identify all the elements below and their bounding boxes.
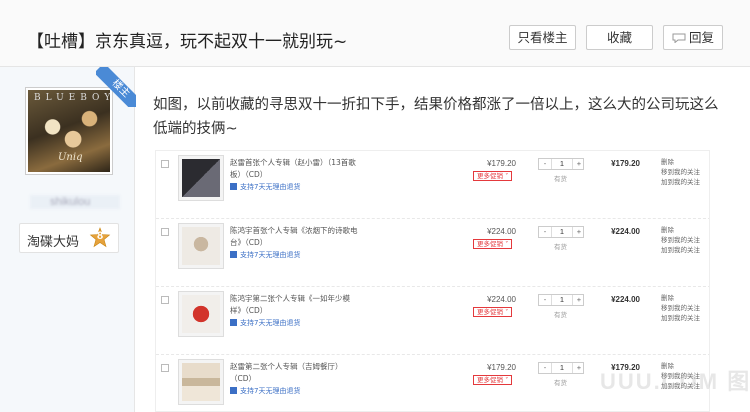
op-tag: 楼主 xyxy=(96,67,136,107)
product-title[interactable]: 赵雷首张个人专辑（赵小雷）（13首歌板）（CD） xyxy=(230,157,360,181)
service-icon xyxy=(230,251,237,258)
favorite-button[interactable]: 收藏 xyxy=(586,25,653,50)
qty-plus-button[interactable]: + xyxy=(573,363,585,373)
quantity-stepper[interactable]: -1 + xyxy=(538,294,584,306)
product-title[interactable]: 赵雷第二张个人专辑（吉姆餐厅）（CD） xyxy=(230,361,360,385)
quantity-stepper[interactable]: -1 + xyxy=(538,158,584,170)
unit-price: ¥224.00 xyxy=(487,295,516,304)
qty-value[interactable]: 1 xyxy=(551,295,573,305)
stock-status: 有货 xyxy=(554,311,567,319)
qty-plus-button[interactable]: + xyxy=(573,227,585,237)
move-to-follow-link[interactable]: 移到我的关注 xyxy=(661,303,700,313)
thread-title: 【吐槽】京东真逗，玩不起双十一就别玩~ xyxy=(27,32,348,52)
qty-value[interactable]: 1 xyxy=(551,227,573,237)
badge-name: 淘碟大妈 xyxy=(27,235,80,250)
cart-row: 陈鸿宇首张个人专辑《浓烟下的诗歌电台》（CD） 支持7天无理由退货 ¥224.00 更… xyxy=(156,219,709,287)
row-actions: 删除 移到我的关注 加到我的关注 xyxy=(661,225,700,255)
qty-plus-button[interactable]: + xyxy=(573,295,585,305)
stock-status: 有货 xyxy=(554,379,567,387)
avatar-signature: Uniq xyxy=(58,152,83,163)
add-to-follow-link[interactable]: 加到我的关注 xyxy=(661,245,700,255)
promo-dropdown[interactable]: 更多促销 ˅ xyxy=(473,239,513,249)
service-note[interactable]: 支持7天无理由退货 xyxy=(230,386,300,396)
service-icon xyxy=(230,387,237,394)
unit-price: ¥179.20 xyxy=(487,159,516,168)
delete-link[interactable]: 删除 xyxy=(661,293,700,303)
move-to-follow-link[interactable]: 移到我的关注 xyxy=(661,167,700,177)
service-note[interactable]: 支持7天无理由退货 xyxy=(230,182,300,192)
unit-price: ¥224.00 xyxy=(487,227,516,236)
unit-price: ¥179.20 xyxy=(487,363,516,372)
post-text: 如图，以前收藏的寻思双十一折扣下手，结果价格都涨了一倍以上，这么大的公司玩这么低… xyxy=(153,97,719,137)
product-cover-image xyxy=(182,363,220,401)
op-ribbon: 楼主 xyxy=(96,67,136,107)
qty-minus-button[interactable]: - xyxy=(539,227,551,237)
product-title[interactable]: 陈鸿宇第二张个人专辑《一如年少模样》（CD） xyxy=(230,293,360,317)
product-thumbnail[interactable] xyxy=(178,291,224,337)
product-thumbnail[interactable] xyxy=(178,223,224,269)
service-text: 支持7天无理由退货 xyxy=(240,183,301,191)
row-actions: 删除 移到我的关注 加到我的关注 xyxy=(661,293,700,323)
product-cover-image xyxy=(182,295,220,333)
cart-row: 赵雷第二张个人专辑（吉姆餐厅）（CD） 支持7天无理由退货 ¥179.20 更多促销 … xyxy=(156,355,709,411)
service-note[interactable]: 支持7天无理由退货 xyxy=(230,250,300,260)
thread-header: 【吐槽】京东真逗，玩不起双十一就别玩~ 只看楼主 收藏 回复 xyxy=(0,0,750,67)
qty-minus-button[interactable]: - xyxy=(539,295,551,305)
promo-dropdown[interactable]: 更多促销 ˅ xyxy=(473,375,513,385)
qty-value[interactable]: 1 xyxy=(551,159,573,169)
row-total: ¥179.20 xyxy=(611,363,640,372)
promo-dropdown[interactable]: 更多促销 ˅ xyxy=(473,171,513,181)
qty-plus-button[interactable]: + xyxy=(573,159,585,169)
promo-dropdown[interactable]: 更多促销 ˅ xyxy=(473,307,513,317)
row-total: ¥179.20 xyxy=(611,159,640,168)
service-text: 支持7天无理由退货 xyxy=(240,387,301,395)
reply-label: 回复 xyxy=(688,30,714,45)
reply-button[interactable]: 回复 xyxy=(663,25,723,50)
row-checkbox[interactable] xyxy=(161,364,169,372)
delete-link[interactable]: 删除 xyxy=(661,361,700,371)
stock-status: 有货 xyxy=(554,175,567,183)
row-total: ¥224.00 xyxy=(611,295,640,304)
qty-minus-button[interactable]: - xyxy=(539,363,551,373)
qty-minus-button[interactable]: - xyxy=(539,159,551,169)
only-op-button[interactable]: 只看楼主 xyxy=(509,25,576,50)
author-column: BLUEBOY Uniq 楼主 shikulou 淘碟大妈 8 xyxy=(0,67,136,412)
product-cover-image xyxy=(182,159,220,197)
cart-screenshot: 赵雷首张个人专辑（赵小雷）（13首歌板）（CD） 支持7天无理由退货 ¥179.20… xyxy=(155,150,710,412)
service-text: 支持7天无理由退货 xyxy=(240,319,301,327)
add-to-follow-link[interactable]: 加到我的关注 xyxy=(661,313,700,323)
row-actions: 删除 移到我的关注 加到我的关注 xyxy=(661,157,700,187)
add-to-follow-link[interactable]: 加到我的关注 xyxy=(661,177,700,187)
service-text: 支持7天无理由退货 xyxy=(240,251,301,259)
level-star-icon: 8 xyxy=(89,227,111,249)
reply-icon xyxy=(672,33,686,43)
product-thumbnail[interactable] xyxy=(178,359,224,405)
row-checkbox[interactable] xyxy=(161,228,169,236)
product-cover-image xyxy=(182,227,220,265)
move-to-follow-link[interactable]: 移到我的关注 xyxy=(661,371,700,381)
badge-level: 8 xyxy=(96,230,104,242)
product-thumbnail[interactable] xyxy=(178,155,224,201)
product-title[interactable]: 陈鸿宇首张个人专辑《浓烟下的诗歌电台》（CD） xyxy=(230,225,360,249)
service-icon xyxy=(230,183,237,190)
stock-status: 有货 xyxy=(554,243,567,251)
delete-link[interactable]: 删除 xyxy=(661,225,700,235)
row-actions: 删除 移到我的关注 加到我的关注 xyxy=(661,361,700,391)
add-to-follow-link[interactable]: 加到我的关注 xyxy=(661,381,700,391)
row-checkbox[interactable] xyxy=(161,296,169,304)
user-badge[interactable]: 淘碟大妈 8 xyxy=(19,223,119,253)
service-note[interactable]: 支持7天无理由退货 xyxy=(230,318,300,328)
move-to-follow-link[interactable]: 移到我的关注 xyxy=(661,235,700,245)
service-icon xyxy=(230,319,237,326)
username[interactable]: shikulou xyxy=(30,195,120,209)
row-total: ¥224.00 xyxy=(611,227,640,236)
qty-value[interactable]: 1 xyxy=(551,363,573,373)
quantity-stepper[interactable]: -1 + xyxy=(538,362,584,374)
delete-link[interactable]: 删除 xyxy=(661,157,700,167)
row-checkbox[interactable] xyxy=(161,160,169,168)
cart-row: 赵雷首张个人专辑（赵小雷）（13首歌板）（CD） 支持7天无理由退货 ¥179.20… xyxy=(156,151,709,219)
quantity-stepper[interactable]: -1 + xyxy=(538,226,584,238)
cart-row: 陈鸿宇第二张个人专辑《一如年少模样》（CD） 支持7天无理由退货 ¥224.00 更多… xyxy=(156,287,709,355)
